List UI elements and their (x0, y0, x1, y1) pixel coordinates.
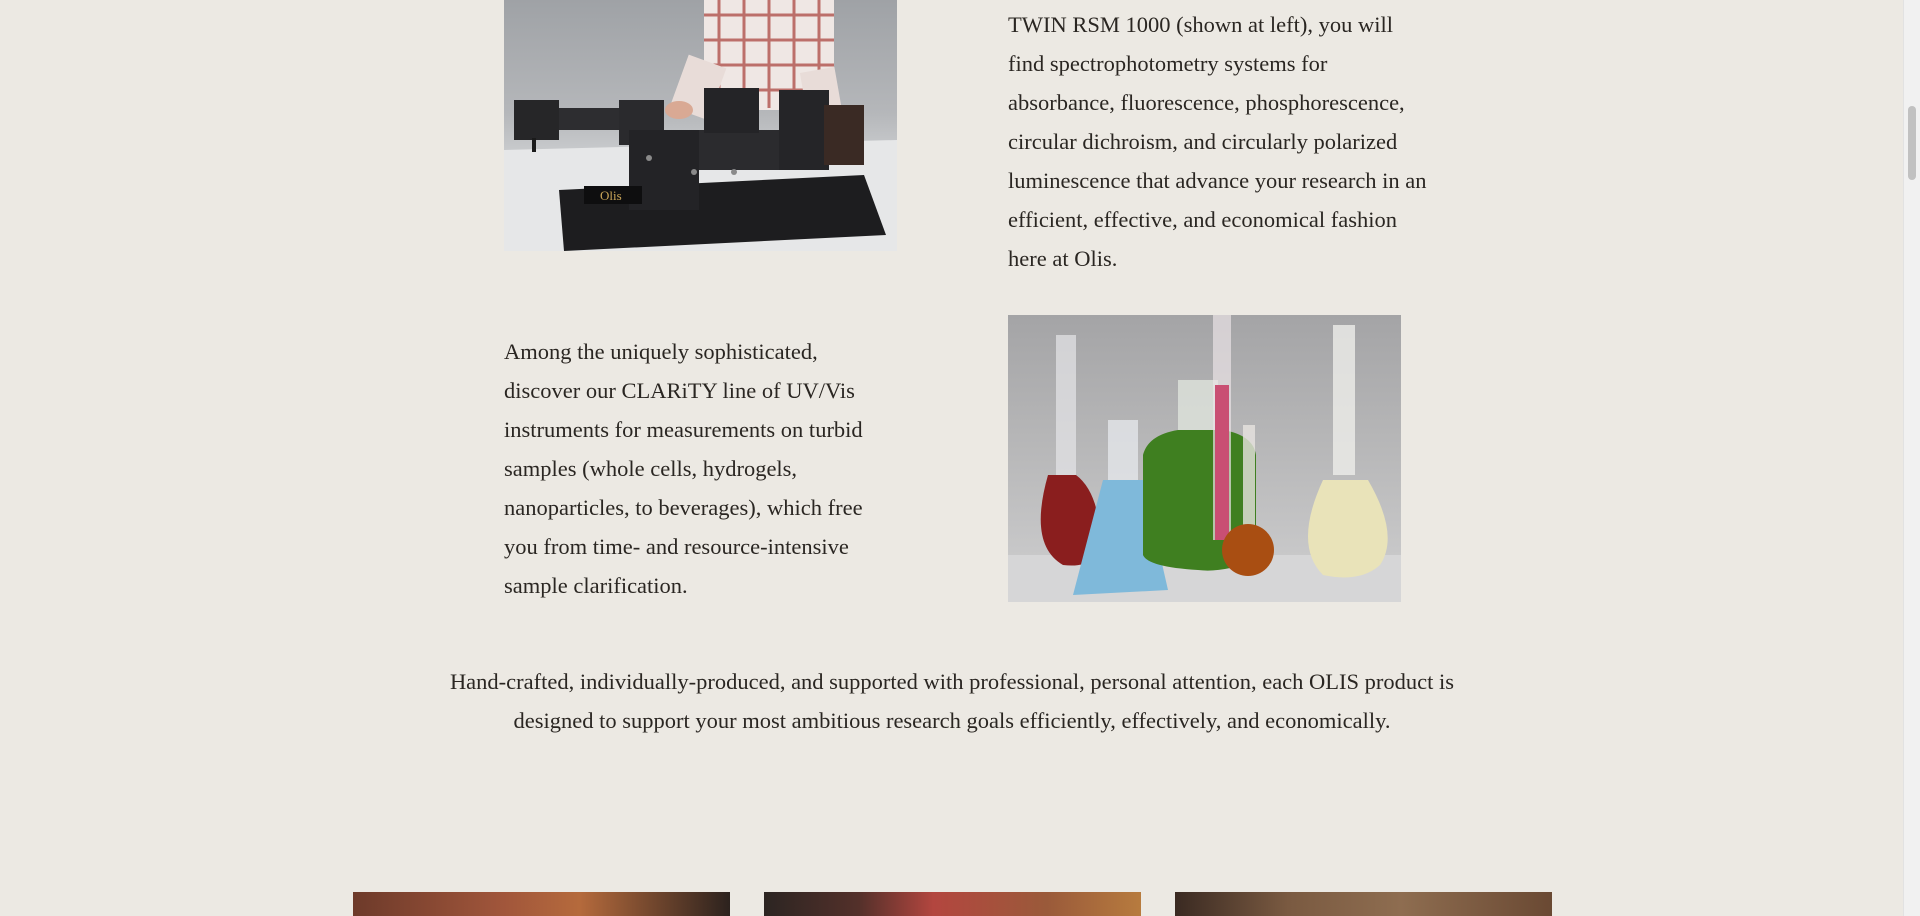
intro-paragraph-right-text: TWIN RSM 1000 (shown at left), you will … (1008, 12, 1427, 271)
vertical-scrollbar[interactable] (1903, 0, 1920, 916)
page: Olis TWIN RSM 1000 (shown at left), you … (0, 0, 1920, 916)
intro-paragraph-right: TWIN RSM 1000 (shown at left), you will … (1008, 5, 1428, 278)
closing-paragraph-text: Hand-crafted, individually-produced, and… (449, 669, 1455, 733)
instrument-photo: Olis (504, 0, 897, 251)
product-card-image-3[interactable] (1175, 892, 1552, 916)
scrollbar-thumb[interactable] (1908, 106, 1916, 180)
flasks-photo (1008, 315, 1401, 602)
instrument-logo: Olis (600, 188, 622, 203)
clarity-paragraph-text: Among the uniquely sophisticated, discov… (504, 339, 863, 598)
product-card-image-2[interactable] (764, 892, 1141, 916)
closing-paragraph: Hand-crafted, individually-produced, and… (440, 662, 1464, 740)
clarity-paragraph: Among the uniquely sophisticated, discov… (504, 332, 894, 605)
product-card-image-1[interactable] (353, 892, 730, 916)
